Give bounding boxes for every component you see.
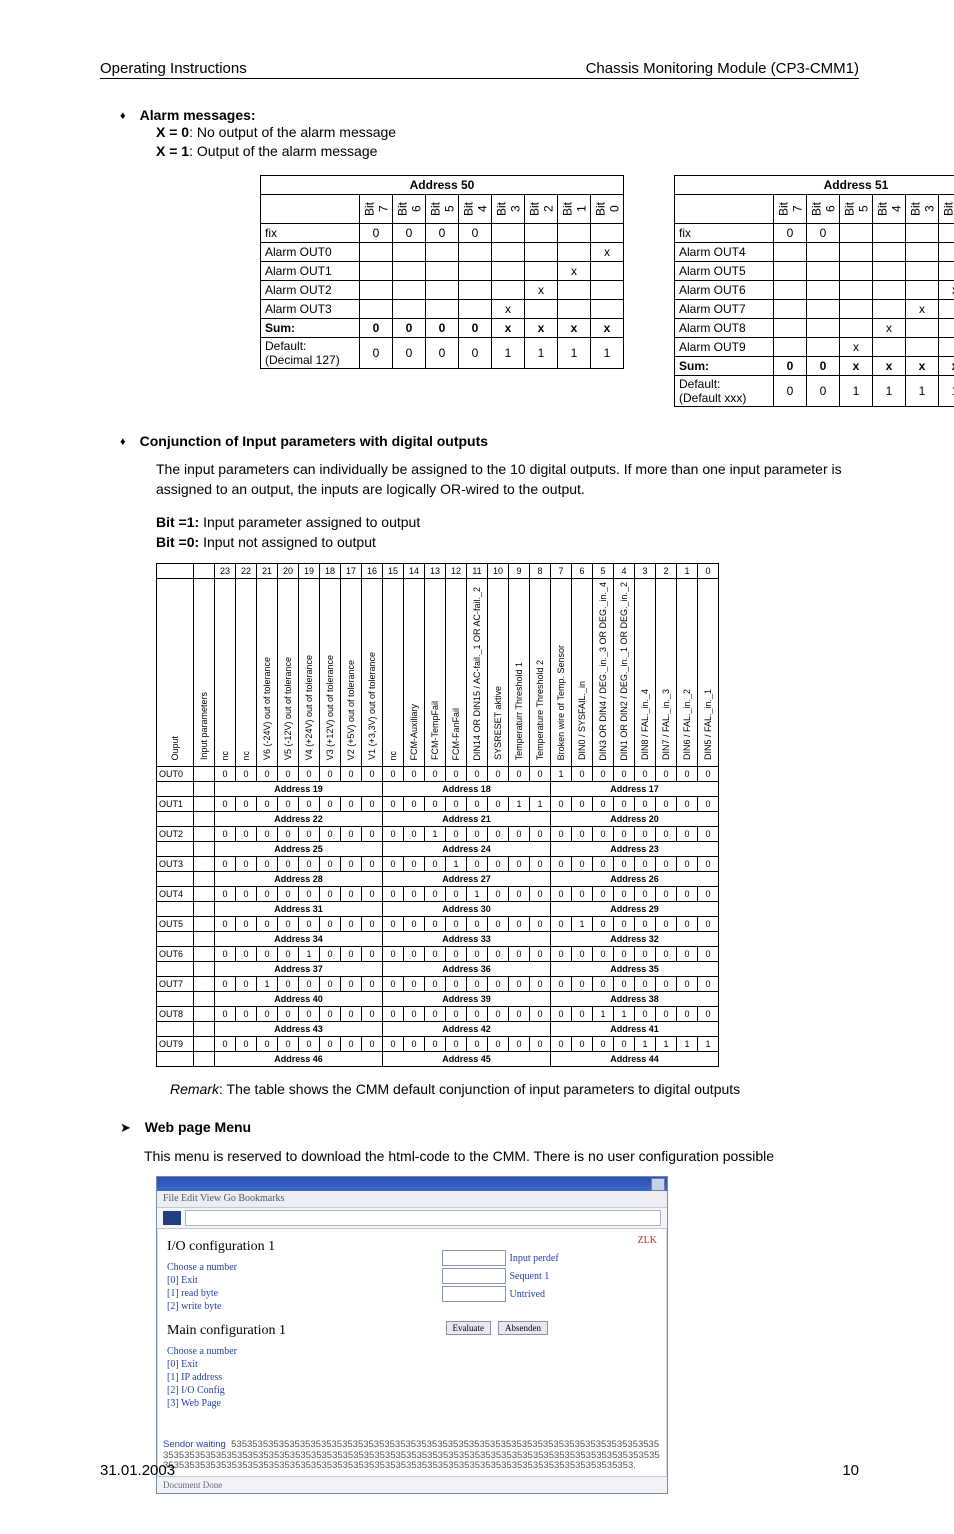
web-mock-window: File Edit View Go Bookmarks I/O configur…: [156, 1176, 668, 1493]
x0-label: X = 0: [156, 124, 189, 140]
mock-h2: Main configuration 1: [167, 1323, 428, 1339]
x0-text: : No output of the alarm message: [189, 124, 396, 140]
mock-input[interactable]: [442, 1250, 506, 1266]
bullet-icon: ♦: [120, 436, 126, 448]
header-left: Operating Instructions: [100, 60, 247, 77]
x1-label: X = 1: [156, 143, 189, 159]
alarm-heading-text: Alarm messages:: [140, 107, 256, 123]
conj-heading-text: Conjunction of Input parameters with dig…: [140, 433, 488, 449]
mock-urlbar: [157, 1208, 667, 1229]
mock-button[interactable]: Evaluate: [446, 1321, 491, 1335]
bullet-icon: ♦: [120, 110, 126, 122]
mock-zlk-link[interactable]: ZLK: [442, 1235, 664, 1246]
mock-titlebar: [157, 1177, 667, 1191]
mock-field-label: Untrived: [510, 1289, 546, 1300]
mock-item[interactable]: [2] write byte: [167, 1300, 428, 1313]
page-header: Operating Instructions Chassis Monitorin…: [100, 60, 859, 79]
web-heading: ➤ Web page Menu: [120, 1119, 859, 1136]
mock-field: Input perdef: [442, 1250, 664, 1266]
mock-button[interactable]: Absenden: [498, 1321, 548, 1335]
conj-heading: ♦ Conjunction of Input parameters with d…: [100, 433, 859, 449]
mock-toolbar: File Edit View Go Bookmarks: [157, 1191, 667, 1208]
table-address-51: Address 51Bit 7Bit 6Bit 5Bit 4Bit 3Bit 2…: [674, 175, 954, 407]
header-right: Chassis Monitoring Module (CP3-CMM1): [586, 60, 859, 77]
mock-input[interactable]: [442, 1268, 506, 1284]
table-matrix: 23222120191817161514131211109876543210Ou…: [156, 563, 719, 1068]
bit1-label: Bit =1:: [156, 514, 199, 530]
mock-field-label: Sequent 1: [510, 1271, 550, 1282]
mock-input[interactable]: [442, 1286, 506, 1302]
mock-field: Sequent 1: [442, 1268, 664, 1284]
mock-item: Choose a number: [167, 1345, 428, 1358]
close-icon[interactable]: [651, 1178, 665, 1191]
mock-item[interactable]: [1] IP address: [167, 1371, 428, 1384]
web-heading-text: Web page Menu: [145, 1119, 251, 1135]
mock-field-label: Input perdef: [510, 1253, 559, 1264]
app-logo-icon: [163, 1211, 181, 1225]
table-address-50: Address 50Bit 7Bit 6Bit 5Bit 4Bit 3Bit 2…: [260, 175, 624, 369]
url-input[interactable]: [185, 1210, 661, 1226]
web-paragraph: This menu is reserved to download the ht…: [144, 1146, 859, 1166]
bit-legend: Bit =1: Input parameter assigned to outp…: [156, 513, 859, 552]
mock-item[interactable]: [0] Exit: [167, 1274, 428, 1287]
bit0-text: Input not assigned to output: [199, 534, 376, 550]
mock-field: Untrived: [442, 1286, 664, 1302]
conj-paragraph: The input parameters can individually be…: [156, 459, 859, 500]
footer-date: 31.01.2003: [100, 1462, 175, 1479]
bit0-label: Bit =0:: [156, 534, 199, 550]
mock-item[interactable]: [2] I/O Config: [167, 1384, 428, 1397]
remark-line: Remark: The table shows the CMM default …: [170, 1081, 859, 1097]
footer-page: 10: [842, 1462, 859, 1479]
x1-text: : Output of the alarm message: [189, 143, 377, 159]
mock-item[interactable]: [3] Web Page: [167, 1397, 428, 1410]
mock-item[interactable]: [1] read byte: [167, 1287, 428, 1300]
mock-item: Choose a number: [167, 1261, 428, 1274]
mock-h1: I/O configuration 1: [167, 1239, 428, 1255]
bit1-text: Input parameter assigned to output: [199, 514, 420, 530]
page-footer: 31.01.2003 10: [100, 1462, 859, 1479]
arrow-icon: ➤: [120, 1120, 131, 1136]
alarm-heading: ♦ Alarm messages:: [100, 107, 859, 123]
alarm-desc: X = 0: No output of the alarm message X …: [156, 123, 859, 161]
mock-item[interactable]: [0] Exit: [167, 1358, 428, 1371]
